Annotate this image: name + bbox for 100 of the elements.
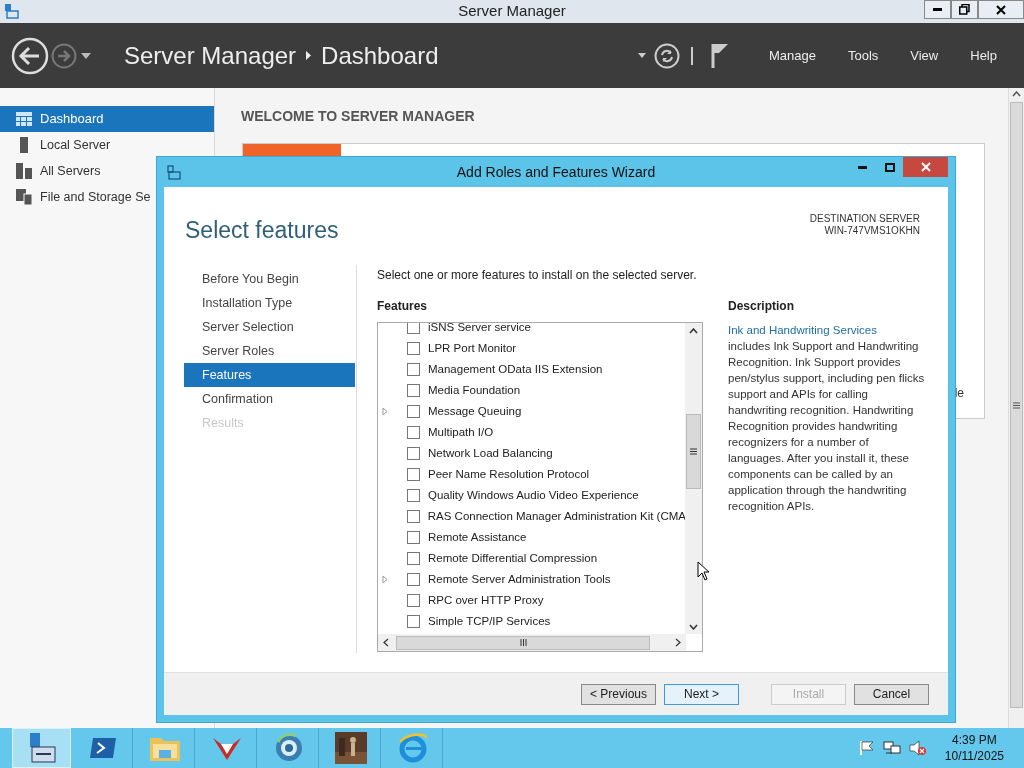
feature-label[interactable]: Management OData IIS Extension: [428, 360, 603, 379]
feature-label[interactable]: Message Queuing: [428, 402, 522, 421]
checkbox[interactable]: [406, 510, 420, 523]
feature-label[interactable]: Network Load Balancing: [428, 444, 553, 463]
scroll-up-icon[interactable]: [689, 328, 698, 334]
feature-label[interactable]: Peer Name Resolution Protocol: [428, 465, 590, 484]
wizard-step[interactable]: Server Selection: [184, 315, 355, 339]
wizard-button[interactable]: < Previous: [581, 683, 656, 705]
network-icon[interactable]: [882, 740, 901, 756]
feature-row[interactable]: Simple TCP/IP Services: [378, 611, 686, 632]
feature-row[interactable]: Remote Assistance: [378, 527, 686, 548]
minimize-icon: [858, 165, 867, 169]
menu-item[interactable]: Help: [954, 41, 1013, 70]
feature-label[interactable]: Multipath I/O: [428, 423, 494, 442]
sidebar-item[interactable]: File and Storage Se: [0, 184, 151, 210]
sidebar-item[interactable]: All Servers: [0, 158, 101, 184]
feature-row[interactable]: LPR Port Monitor: [378, 338, 686, 359]
feature-label[interactable]: Remote Differential Compression: [428, 549, 598, 568]
clock-date[interactable]: 10/11/2025: [944, 748, 1004, 764]
feature-label[interactable]: LPR Port Monitor: [428, 339, 517, 358]
feature-label[interactable]: RPC over HTTP Proxy: [428, 591, 544, 610]
feature-label[interactable]: Remote Assistance: [428, 528, 527, 547]
wizard-step[interactable]: Features: [184, 363, 355, 387]
feature-label[interactable]: RAS Connection Manager Administration Kit (CMA: [427, 507, 686, 526]
scroll-right-icon[interactable]: [675, 638, 681, 647]
checkbox[interactable]: [407, 531, 420, 544]
feature-row[interactable]: Multipath I/O: [378, 422, 686, 443]
back-icon[interactable]: [11, 36, 49, 75]
destination-server: WIN-747VMS1OKHN: [824, 225, 920, 237]
feature-row[interactable]: Network Load Balancing: [378, 443, 686, 464]
feature-row[interactable]: Remote Server Administration Tools: [378, 569, 686, 590]
close-button[interactable]: [978, 0, 1024, 19]
scroll-left-icon[interactable]: [383, 638, 389, 647]
scroll-thumb[interactable]: [396, 635, 650, 650]
menu-item[interactable]: Tools: [831, 41, 895, 70]
feature-row[interactable]: Media Foundation: [378, 380, 686, 401]
vertical-scrollbar[interactable]: [1008, 88, 1024, 728]
scroll-up-icon[interactable]: [1012, 91, 1021, 97]
feature-row[interactable]: Peer Name Resolution Protocol: [378, 464, 686, 485]
scroll-thumb[interactable]: [686, 414, 701, 489]
feature-row[interactable]: Quality Windows Audio Video Experience: [378, 485, 686, 506]
flag-icon[interactable]: [710, 42, 729, 69]
flag-icon[interactable]: [858, 740, 875, 756]
maximize-icon: [884, 162, 895, 172]
expand-icon[interactable]: [382, 575, 388, 584]
forward-icon[interactable]: [51, 42, 77, 69]
wizard-icon: [166, 165, 182, 181]
checkbox[interactable]: [407, 489, 420, 502]
checkbox[interactable]: [407, 426, 420, 439]
feature-label[interactable]: Quality Windows Audio Video Experience: [428, 486, 639, 505]
grip-icon: [690, 448, 697, 455]
checkbox[interactable]: [407, 405, 420, 418]
menu-item[interactable]: Manage: [752, 41, 832, 70]
feature-row[interactable]: RPC over HTTP Proxy: [378, 590, 686, 611]
grip-icon: [519, 639, 527, 646]
description-label: Description: [728, 298, 794, 315]
refresh-icon[interactable]: [653, 42, 680, 69]
checkbox[interactable]: [407, 384, 420, 397]
scroll-thumb[interactable]: [1010, 102, 1023, 708]
checkbox[interactable]: [407, 363, 420, 376]
scroll-down-icon[interactable]: [689, 624, 698, 630]
checkbox[interactable]: [407, 573, 420, 586]
feature-link[interactable]: Ink and Handwriting Services: [728, 324, 877, 336]
feature-row[interactable]: RAS Connection Manager Administration Kit (CMA: [378, 506, 686, 527]
wizard-button[interactable]: Cancel: [854, 683, 929, 705]
wizard-step[interactable]: Confirmation: [184, 387, 355, 411]
dropdown-icon[interactable]: [637, 53, 646, 58]
checkbox[interactable]: [407, 552, 420, 565]
browser-icon: [397, 733, 429, 763]
dropdown-icon[interactable]: [81, 52, 91, 59]
horizontal-scrollbar[interactable]: [378, 634, 686, 651]
checkbox[interactable]: [407, 323, 420, 334]
restore-icon: [959, 4, 970, 15]
feature-row[interactable]: Message Queuing: [378, 401, 686, 422]
feature-label[interactable]: iSNS Server service: [428, 323, 531, 337]
minimize-button[interactable]: [924, 0, 951, 19]
sidebar-item[interactable]: Local Server: [0, 132, 111, 158]
feature-row[interactable]: iSNS Server service: [378, 323, 686, 338]
feature-label[interactable]: Simple TCP/IP Services: [428, 612, 551, 631]
wizard-button[interactable]: Next >: [664, 683, 739, 705]
checkbox[interactable]: [407, 447, 420, 460]
expand-icon[interactable]: [382, 407, 388, 416]
wizard-step[interactable]: Installation Type: [184, 291, 355, 315]
feature-row[interactable]: Management OData IIS Extension: [378, 359, 686, 380]
checkbox[interactable]: [407, 342, 420, 355]
wizard-step[interactable]: Server Roles: [184, 339, 355, 363]
wizard-step[interactable]: Before You Begin: [184, 267, 355, 291]
feature-label[interactable]: Media Foundation: [428, 381, 521, 400]
features-label: Features: [377, 298, 428, 315]
feature-label[interactable]: Remote Server Administration Tools: [428, 570, 611, 589]
clock-time[interactable]: 4:39 PM: [952, 732, 997, 748]
vertical-scrollbar[interactable]: [685, 323, 702, 634]
sidebar-item[interactable]: Dashboard: [0, 106, 214, 132]
checkbox[interactable]: [407, 594, 420, 607]
checkbox[interactable]: [407, 468, 420, 481]
restore-button[interactable]: [951, 0, 978, 19]
checkbox[interactable]: [407, 615, 420, 628]
menu-item[interactable]: View: [894, 41, 955, 70]
feature-row[interactable]: Remote Differential Compression: [378, 548, 686, 569]
volume-muted-icon[interactable]: [908, 740, 927, 756]
